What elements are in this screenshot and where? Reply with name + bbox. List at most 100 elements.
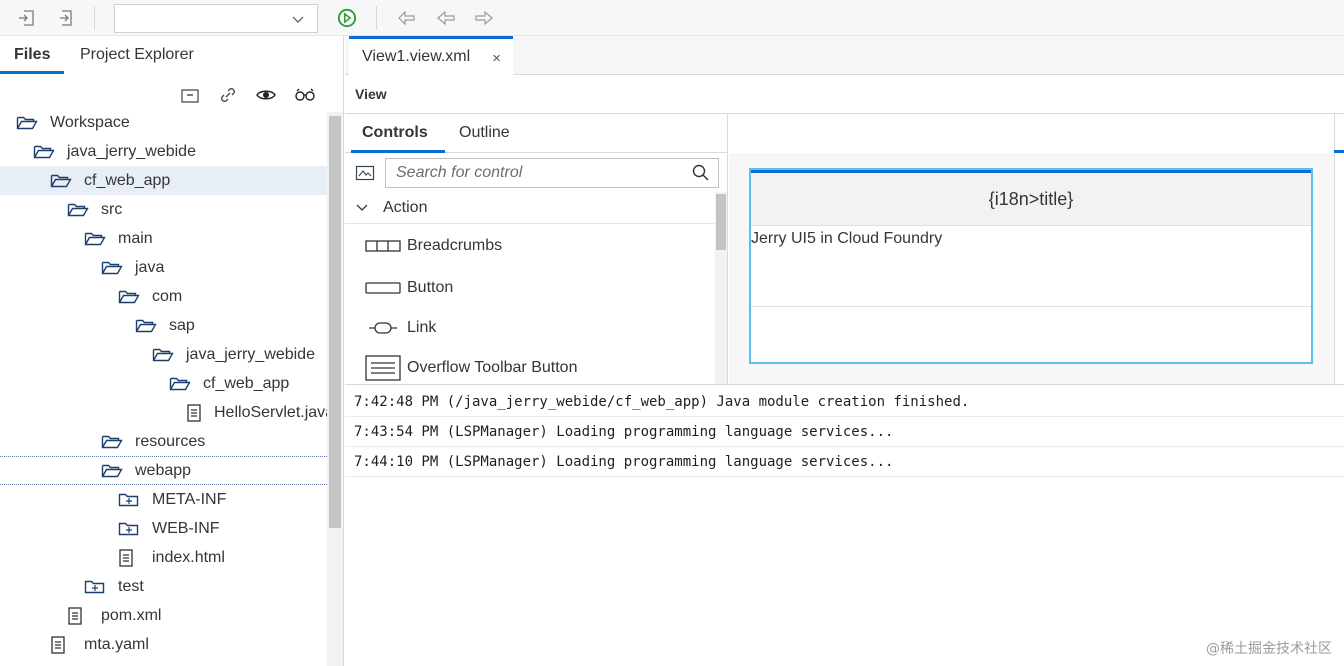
tree-node[interactable]: index.html [0,543,327,572]
file-explorer-pane: Files Project Explorer Workspace java_jer… [0,36,344,666]
divider [345,223,715,224]
editor-tab-strip: View1.view.xml × [345,36,1344,75]
chevron-down-icon [291,12,305,31]
tree-node-label: test [118,577,144,595]
control-label: Link [407,319,437,336]
properties-pane-accent [1334,150,1344,153]
link-editor-icon[interactable] [217,84,239,106]
layout-canvas: {i18n>title} Jerry UI5 in Cloud Foundry [729,114,1334,384]
filter-controls-icon[interactable] [355,163,375,188]
folder-open-icon [33,143,55,161]
control-overflow-toolbar-button[interactable]: Overflow Toolbar Button [365,355,577,381]
active-tab-indicator [0,71,64,74]
run-configuration-select[interactable] [114,4,318,33]
view-breadcrumb: View [345,75,1344,114]
folder-closed-icon [118,520,140,538]
file-icon [118,548,140,567]
tree-node[interactable]: src [0,195,327,224]
main-toolbar [0,0,1344,36]
tree-node[interactable]: Workspace [0,112,327,137]
run-icon[interactable] [337,8,357,28]
tree-node-label: com [152,287,183,305]
tree-node[interactable]: test [0,572,327,601]
tree-node[interactable]: com [0,282,327,311]
search-control-box [385,158,719,188]
breadcrumbs-icon [365,234,401,258]
collapse-all-icon[interactable] [179,84,201,106]
folder-closed-icon [84,578,106,596]
ui5-page-preview[interactable]: {i18n>title} Jerry UI5 in Cloud Foundry [749,168,1313,364]
folder-open-icon [50,172,72,190]
console-panel: 7:42:48 PM (/java_jerry_webide/cf_web_ap… [345,384,1344,666]
folder-open-icon [84,230,106,248]
tree-node[interactable]: HelloServlet.java [0,398,327,427]
chevron-down-icon [355,201,369,215]
tab-files[interactable]: Files [14,46,50,64]
toolbar-divider [94,6,95,30]
tree-node[interactable]: mta.yaml [0,630,327,659]
control-link[interactable]: Link [365,316,436,340]
tab-project-explorer[interactable]: Project Explorer [80,46,194,64]
file-tree: Workspace java_jerry_webide cf_web_app src m… [0,112,327,666]
folder-open-icon [101,259,123,277]
tree-node[interactable]: META-INF [0,485,327,514]
console-line: 7:42:48 PM (/java_jerry_webide/cf_web_ap… [345,387,1344,417]
tree-node-label: sap [169,316,195,334]
tree-node[interactable]: main [0,224,327,253]
group-header-action[interactable]: Action [355,196,427,220]
link-icon [365,316,401,340]
tree-node[interactable]: java_jerry_webide [0,137,327,166]
tree-scrollbar-thumb[interactable] [329,116,341,528]
control-button[interactable]: Button [365,276,453,300]
tree-node-label: java [135,258,165,276]
overflow-toolbar-button-icon [365,355,401,381]
export-icon[interactable] [55,8,75,28]
folder-open-icon [169,375,191,393]
tree-toolbar [0,84,344,106]
tree-node[interactable]: cf_web_app [0,166,327,195]
preview-page-title[interactable]: {i18n>title} [751,173,1311,226]
search-icon[interactable] [692,164,710,187]
search-files-icon[interactable] [294,84,316,106]
tree-node-label: resources [135,432,206,450]
show-hidden-icon[interactable] [255,84,277,106]
control-search [353,158,723,188]
folder-open-icon [135,317,157,335]
tree-node-label: src [101,200,123,218]
close-icon[interactable]: × [492,50,501,67]
explorer-tabs: Files Project Explorer [0,36,344,74]
tree-node[interactable]: cf_web_app [0,369,327,398]
forward-icon[interactable] [474,8,494,28]
preview-text-control[interactable]: Jerry UI5 in Cloud Foundry [751,230,942,248]
search-control-input[interactable] [396,163,676,183]
tree-node[interactable]: pom.xml [0,601,327,630]
tree-node[interactable]: java [0,253,327,282]
palette-tabs: Controls Outline [345,114,728,153]
import-icon[interactable] [17,8,37,28]
control-label: Breadcrumbs [407,237,503,254]
tree-node-label: main [118,229,153,247]
tree-node-label: cf_web_app [203,374,290,392]
file-icon [186,403,202,422]
palette-scrollbar-thumb[interactable] [716,194,726,250]
tree-node[interactable]: WEB-INF [0,514,327,543]
folder-open-icon [67,201,89,219]
tree-node-label: java_jerry_webide [67,142,196,160]
tree-node-label: java_jerry_webide [186,345,315,363]
tab-view1-view-xml[interactable]: View1.view.xml × [349,36,513,75]
tree-node[interactable]: sap [0,311,327,340]
tab-controls[interactable]: Controls [362,124,428,142]
tree-node[interactable]: resources [0,427,327,456]
button-icon [365,276,401,300]
tree-node[interactable]: webapp [0,456,327,485]
divider [751,306,1311,307]
properties-pane-edge[interactable] [1334,114,1344,384]
deploy-icon[interactable] [397,8,417,28]
back-icon[interactable] [436,8,456,28]
console-line: 7:44:10 PM (LSPManager) Loading programm… [345,447,1344,477]
tab-outline[interactable]: Outline [459,124,510,142]
folder-open-icon [101,433,123,451]
tree-node[interactable]: java_jerry_webide [0,340,327,369]
toolbar-divider [376,6,377,30]
control-breadcrumbs[interactable]: Breadcrumbs [365,234,502,258]
